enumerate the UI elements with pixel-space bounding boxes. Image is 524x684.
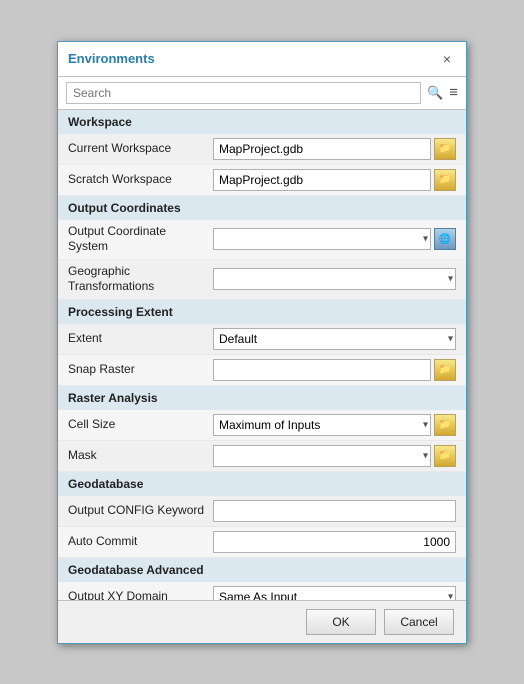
control-auto-commit — [213, 531, 456, 553]
search-input[interactable] — [66, 82, 421, 104]
icon-btn-scratch-workspace[interactable]: 📁 — [434, 169, 456, 191]
label-extent: Extent — [68, 331, 213, 347]
section-output-coordinates: Output Coordinates — [58, 196, 466, 220]
title-bar: Environments × — [58, 42, 466, 77]
ok-button[interactable]: OK — [306, 609, 376, 635]
label-scratch-workspace: Scratch Workspace — [68, 172, 213, 188]
folder-icon-4: 📁 — [439, 419, 451, 430]
row-scratch-workspace: Scratch Workspace 📁 — [58, 165, 466, 196]
row-extent: Extent Default ▾ — [58, 324, 466, 355]
cancel-button[interactable]: Cancel — [384, 609, 454, 635]
label-mask: Mask — [68, 448, 213, 464]
row-output-xy-domain: Output XY Domain Same As Input ▾ — [58, 582, 466, 600]
dialog-footer: OK Cancel — [58, 600, 466, 643]
search-bar: 🔍 ≡ — [58, 77, 466, 110]
label-output-config-keyword: Output CONFIG Keyword — [68, 503, 213, 519]
section-raster-analysis: Raster Analysis — [58, 386, 466, 410]
content-area: Workspace Current Workspace 📁 Scratch Wo… — [58, 110, 466, 600]
search-icon: 🔍 — [427, 85, 443, 101]
select-wrapper-coordinate-system: ▾ — [213, 228, 431, 250]
icon-btn-snap-raster[interactable]: 📁 — [434, 359, 456, 381]
select-wrapper-extent: Default ▾ — [213, 328, 456, 350]
control-output-xy-domain: Same As Input ▾ — [213, 586, 456, 600]
label-current-workspace: Current Workspace — [68, 141, 213, 157]
label-auto-commit: Auto Commit — [68, 534, 213, 550]
label-output-xy-domain: Output XY Domain — [68, 589, 213, 599]
select-geographic-transformations[interactable] — [213, 268, 456, 290]
section-processing-extent: Processing Extent — [58, 300, 466, 324]
select-mask[interactable] — [213, 445, 431, 467]
control-snap-raster: 📁 — [213, 359, 456, 381]
row-current-workspace: Current Workspace 📁 — [58, 134, 466, 165]
row-geographic-transformations: Geographic Transformations ▾ — [58, 260, 466, 300]
select-cell-size[interactable]: Maximum of Inputs — [213, 414, 431, 436]
close-button[interactable]: × — [438, 50, 456, 68]
row-output-config-keyword: Output CONFIG Keyword — [58, 496, 466, 527]
control-mask: ▾ 📁 — [213, 445, 456, 467]
select-wrapper-xy-domain: Same As Input ▾ — [213, 586, 456, 600]
section-geodatabase-advanced: Geodatabase Advanced — [58, 558, 466, 582]
row-auto-commit: Auto Commit — [58, 527, 466, 558]
input-snap-raster[interactable] — [213, 359, 431, 381]
folder-icon-5: 📁 — [439, 450, 451, 461]
control-output-config-keyword — [213, 500, 456, 522]
label-output-coordinate-system: Output Coordinate System — [68, 224, 213, 255]
folder-icon-2: 📁 — [439, 174, 451, 185]
select-output-xy-domain[interactable]: Same As Input — [213, 586, 456, 600]
label-cell-size: Cell Size — [68, 417, 213, 433]
select-extent[interactable]: Default — [213, 328, 456, 350]
input-current-workspace[interactable] — [213, 138, 431, 160]
label-snap-raster: Snap Raster — [68, 362, 213, 378]
control-scratch-workspace: 📁 — [213, 169, 456, 191]
select-wrapper-cell-size: Maximum of Inputs ▾ — [213, 414, 431, 436]
control-current-workspace: 📁 — [213, 138, 456, 160]
control-cell-size: Maximum of Inputs ▾ 📁 — [213, 414, 456, 436]
row-output-coordinate-system: Output Coordinate System ▾ 🌐 — [58, 220, 466, 260]
input-auto-commit[interactable] — [213, 531, 456, 553]
icon-btn-cell-size[interactable]: 📁 — [434, 414, 456, 436]
select-output-coordinate-system[interactable] — [213, 228, 431, 250]
icon-btn-current-workspace[interactable]: 📁 — [434, 138, 456, 160]
section-workspace: Workspace — [58, 110, 466, 134]
section-geodatabase: Geodatabase — [58, 472, 466, 496]
environments-dialog: Environments × 🔍 ≡ Workspace Current Wor… — [57, 41, 467, 644]
control-output-coordinate-system: ▾ 🌐 — [213, 228, 456, 250]
icon-btn-mask[interactable]: 📁 — [434, 445, 456, 467]
control-extent: Default ▾ — [213, 328, 456, 350]
row-cell-size: Cell Size Maximum of Inputs ▾ 📁 — [58, 410, 466, 441]
menu-icon[interactable]: ≡ — [449, 84, 458, 101]
control-geographic-transformations: ▾ — [213, 268, 456, 290]
select-wrapper-geo-transform: ▾ — [213, 268, 456, 290]
row-snap-raster: Snap Raster 📁 — [58, 355, 466, 386]
label-geographic-transformations: Geographic Transformations — [68, 264, 213, 295]
folder-icon-3: 📁 — [439, 364, 451, 375]
select-wrapper-mask: ▾ — [213, 445, 431, 467]
row-mask: Mask ▾ 📁 — [58, 441, 466, 472]
globe-btn[interactable]: 🌐 — [434, 228, 456, 250]
dialog-title: Environments — [68, 51, 155, 66]
input-scratch-workspace[interactable] — [213, 169, 431, 191]
input-output-config-keyword[interactable] — [213, 500, 456, 522]
folder-icon: 📁 — [439, 143, 451, 154]
globe-icon: 🌐 — [439, 234, 451, 245]
